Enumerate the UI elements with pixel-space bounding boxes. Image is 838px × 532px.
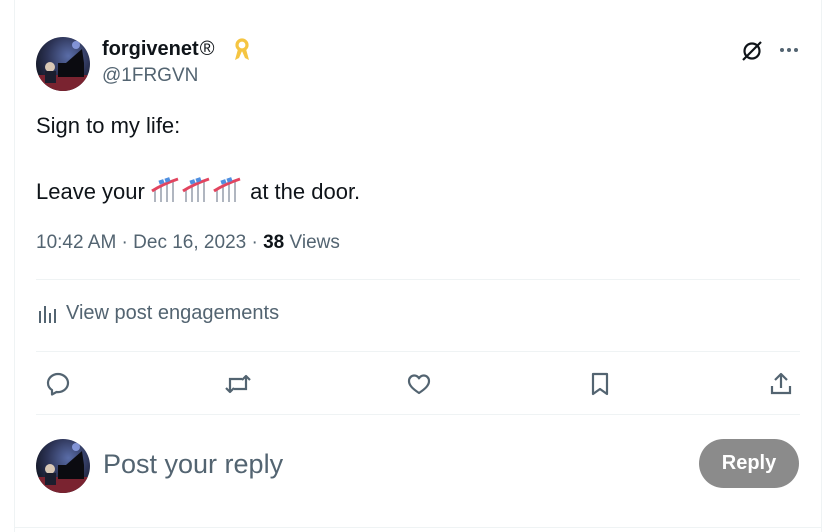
user-avatar[interactable]	[36, 439, 90, 493]
post-meta: 10:42 AM · Dec 16, 2023 · 38 Views	[36, 231, 340, 255]
post-text-before: Leave your	[36, 179, 151, 204]
more-options-icon[interactable]	[776, 37, 802, 63]
divider	[36, 414, 800, 415]
bottom-divider	[14, 527, 822, 528]
meta-separator: ·	[246, 232, 264, 253]
view-engagements-link[interactable]: View post engagements	[36, 302, 279, 325]
post-date[interactable]: Dec 16, 2023	[133, 232, 246, 253]
author-handle[interactable]: @1FRGVN	[102, 64, 198, 88]
post-text-line-2: Leave your at the door.	[36, 175, 360, 210]
divider	[36, 351, 800, 352]
reply-button[interactable]: Reply	[699, 439, 799, 488]
post-text-line-1: Sign to my life:	[36, 113, 181, 138]
views-count: 38	[263, 232, 285, 253]
bookmark-icon[interactable]	[584, 368, 616, 400]
author-name[interactable]: forgivenet®	[102, 37, 214, 61]
author-avatar[interactable]	[36, 37, 90, 91]
repost-icon[interactable]	[222, 368, 254, 400]
analytics-icon	[39, 305, 56, 323]
views-label: Views	[289, 232, 340, 253]
roller-coaster-emoji-icon	[151, 175, 179, 210]
roller-coaster-emoji-icon	[213, 175, 241, 210]
view-engagements-label: View post engagements	[66, 302, 280, 324]
post-time[interactable]: 10:42 AM	[36, 232, 116, 253]
reply-input[interactable]: Post your reply	[103, 448, 283, 480]
roller-coaster-emoji-icon	[182, 175, 210, 210]
share-icon[interactable]	[765, 368, 797, 400]
post-text-after: at the door.	[243, 179, 361, 204]
display-name-text: forgivenet	[102, 38, 199, 60]
like-icon[interactable]	[403, 368, 435, 400]
grok-icon[interactable]	[738, 37, 766, 65]
registered-mark: ®	[199, 38, 215, 60]
meta-separator: ·	[116, 232, 134, 253]
yellow-ribbon-icon	[232, 38, 252, 67]
reply-icon[interactable]	[42, 368, 74, 400]
divider	[36, 279, 800, 280]
